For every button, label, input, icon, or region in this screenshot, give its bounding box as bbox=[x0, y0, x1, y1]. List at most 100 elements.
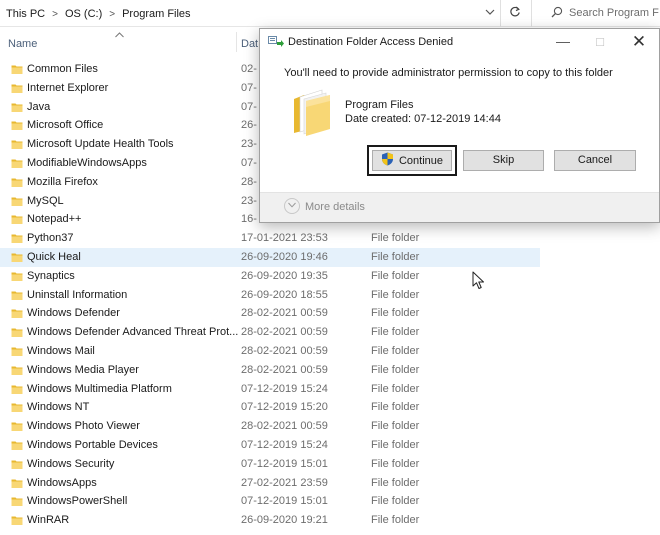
file-date-modified: 23- bbox=[241, 138, 257, 151]
file-type: File folder bbox=[371, 251, 420, 263]
column-divider[interactable] bbox=[236, 32, 237, 52]
file-date-modified: 26-09-2020 19:35 bbox=[241, 269, 328, 282]
uac-shield-icon bbox=[381, 152, 394, 169]
address-dropdown-icon[interactable] bbox=[482, 6, 498, 22]
dialog-titlebar[interactable]: Destination Folder Access Denied — □ ✕ bbox=[260, 29, 659, 55]
search-icon bbox=[551, 6, 563, 21]
file-row[interactable]: WindowsPowerShell 07-12-2019 15:01 File fo… bbox=[0, 492, 540, 511]
file-name: Microsoft Update Health Tools bbox=[27, 138, 174, 151]
file-row[interactable]: WindowsApps 27-02-2021 23:59 File folder bbox=[0, 474, 540, 493]
file-date-modified: 28-02-2021 00:59 bbox=[241, 345, 328, 357]
maximize-icon[interactable]: □ bbox=[590, 32, 610, 52]
folder-icon bbox=[11, 213, 23, 225]
file-row[interactable]: Windows Photo Viewer 28-02-2021 00:59 File… bbox=[0, 417, 540, 436]
folder-icon bbox=[11, 326, 23, 338]
file-type: File folder bbox=[371, 345, 420, 357]
divider bbox=[500, 0, 501, 27]
folder-icon bbox=[11, 195, 23, 207]
file-date-modified: 07- bbox=[241, 100, 257, 113]
folder-icon bbox=[11, 439, 23, 451]
divider bbox=[531, 0, 532, 27]
file-date-modified: 26-09-2020 19:46 bbox=[241, 251, 328, 263]
folder-icon bbox=[11, 345, 23, 357]
file-name: Microsoft Office bbox=[27, 119, 104, 132]
file-row[interactable]: WinRAR 26-09-2020 19:21 File folder bbox=[0, 511, 540, 530]
file-row[interactable]: Quick Heal 26-09-2020 19:46 File folder bbox=[0, 248, 540, 267]
file-row[interactable]: Windows Mail 28-02-2021 00:59 File folder bbox=[0, 342, 540, 361]
folder-icon bbox=[11, 119, 23, 131]
file-name: Python37 bbox=[27, 232, 74, 245]
search-box[interactable]: Search Program F bbox=[541, 1, 660, 25]
folder-icon bbox=[11, 495, 23, 507]
file-type: File folder bbox=[371, 457, 420, 470]
file-row[interactable]: Windows Media Player 28-02-2021 00:59 File… bbox=[0, 361, 540, 380]
file-date-modified: 07-12-2019 15:01 bbox=[241, 457, 328, 470]
folder-icon bbox=[11, 232, 23, 244]
file-row[interactable]: Windows Portable Devices 07-12-2019 15:24… bbox=[0, 436, 540, 455]
file-date-modified: 07-12-2019 15:01 bbox=[241, 495, 328, 508]
folder-icon bbox=[11, 63, 23, 75]
file-date-modified: 28-02-2021 00:59 bbox=[241, 420, 328, 433]
file-row[interactable]: Python37 17-01-2021 23:53 File folder bbox=[0, 229, 540, 248]
column-header-date[interactable]: Dat bbox=[241, 38, 258, 50]
cancel-button[interactable]: Cancel bbox=[554, 150, 636, 171]
file-name: WinRAR bbox=[27, 514, 70, 527]
file-row[interactable]: Windows Defender Advanced Threat Prot...… bbox=[0, 323, 540, 342]
dialog-footer: More details bbox=[260, 192, 659, 222]
folder-icon bbox=[11, 157, 23, 169]
skip-button[interactable]: Skip bbox=[463, 150, 544, 171]
file-name: Java bbox=[27, 100, 51, 113]
column-header-name[interactable]: Name bbox=[8, 38, 37, 50]
file-type: File folder bbox=[371, 269, 420, 282]
sort-ascending-icon bbox=[115, 30, 124, 40]
folder-icon bbox=[11, 477, 23, 489]
file-name: Windows Media Player bbox=[27, 363, 139, 376]
file-date-modified: 16- bbox=[241, 213, 257, 226]
file-row[interactable]: Windows Security 07-12-2019 15:01 File fol… bbox=[0, 455, 540, 474]
crumb-os-c[interactable]: OS (C:) bbox=[65, 8, 102, 20]
folder-icon bbox=[11, 138, 23, 150]
file-date-modified: 07- bbox=[241, 81, 257, 94]
access-denied-dialog: Destination Folder Access Denied — □ ✕ Y… bbox=[259, 28, 660, 223]
file-date-modified: 27-02-2021 23:59 bbox=[241, 476, 328, 489]
close-icon[interactable]: ✕ bbox=[628, 31, 650, 53]
file-name: ModifiableWindowsApps bbox=[27, 157, 147, 169]
file-type: File folder bbox=[371, 401, 420, 414]
refresh-icon[interactable] bbox=[506, 5, 524, 23]
search-input[interactable]: Search Program F bbox=[569, 7, 659, 19]
file-row[interactable]: Windows Multimedia Platform 07-12-2019 15… bbox=[0, 380, 540, 399]
chevron-down-icon[interactable] bbox=[284, 198, 300, 214]
file-row[interactable]: Windows NT 07-12-2019 15:20 File folder bbox=[0, 398, 540, 417]
chevron-right-icon[interactable]: > bbox=[52, 9, 58, 20]
file-name: Synaptics bbox=[27, 269, 75, 282]
dialog-message: You'll need to provide administrator per… bbox=[284, 67, 613, 79]
file-date-modified: 26- bbox=[241, 119, 257, 132]
file-name: Windows Security bbox=[27, 457, 115, 470]
file-type: File folder bbox=[371, 420, 420, 433]
crumb-this-pc[interactable]: This PC bbox=[6, 8, 45, 20]
continue-label: Continue bbox=[398, 154, 444, 167]
file-name: MySQL bbox=[27, 194, 64, 207]
file-row[interactable]: Synaptics 26-09-2020 19:35 File folder bbox=[0, 267, 540, 286]
file-type: File folder bbox=[371, 495, 420, 508]
file-row[interactable]: Windows Defender 28-02-2021 00:59 File fol… bbox=[0, 304, 540, 323]
file-name: Windows Portable Devices bbox=[27, 439, 158, 451]
folder-icon bbox=[11, 420, 23, 432]
file-date-modified: 07-12-2019 15:20 bbox=[241, 401, 328, 414]
chevron-right-icon[interactable]: > bbox=[109, 9, 115, 20]
file-name: Windows Photo Viewer bbox=[27, 420, 140, 433]
crumb-program-files[interactable]: Program Files bbox=[122, 8, 190, 20]
address-bar: This PC > OS (C:) > Program Files Search… bbox=[0, 0, 660, 27]
file-row[interactable]: Uninstall Information 26-09-2020 18:55 Fil… bbox=[0, 286, 540, 305]
file-name: Windows Defender bbox=[27, 307, 120, 320]
file-date-modified: 28-02-2021 00:59 bbox=[241, 307, 328, 320]
mouse-cursor-icon bbox=[472, 271, 486, 291]
more-details-toggle[interactable]: More details bbox=[305, 201, 365, 213]
file-name: WindowsApps bbox=[27, 476, 97, 489]
minimize-icon[interactable]: — bbox=[553, 32, 573, 52]
continue-button[interactable]: Continue bbox=[367, 145, 457, 176]
folder-icon bbox=[11, 383, 23, 395]
file-type: File folder bbox=[371, 363, 420, 376]
continue-button-face[interactable]: Continue bbox=[372, 150, 452, 171]
file-type: File folder bbox=[371, 382, 420, 395]
